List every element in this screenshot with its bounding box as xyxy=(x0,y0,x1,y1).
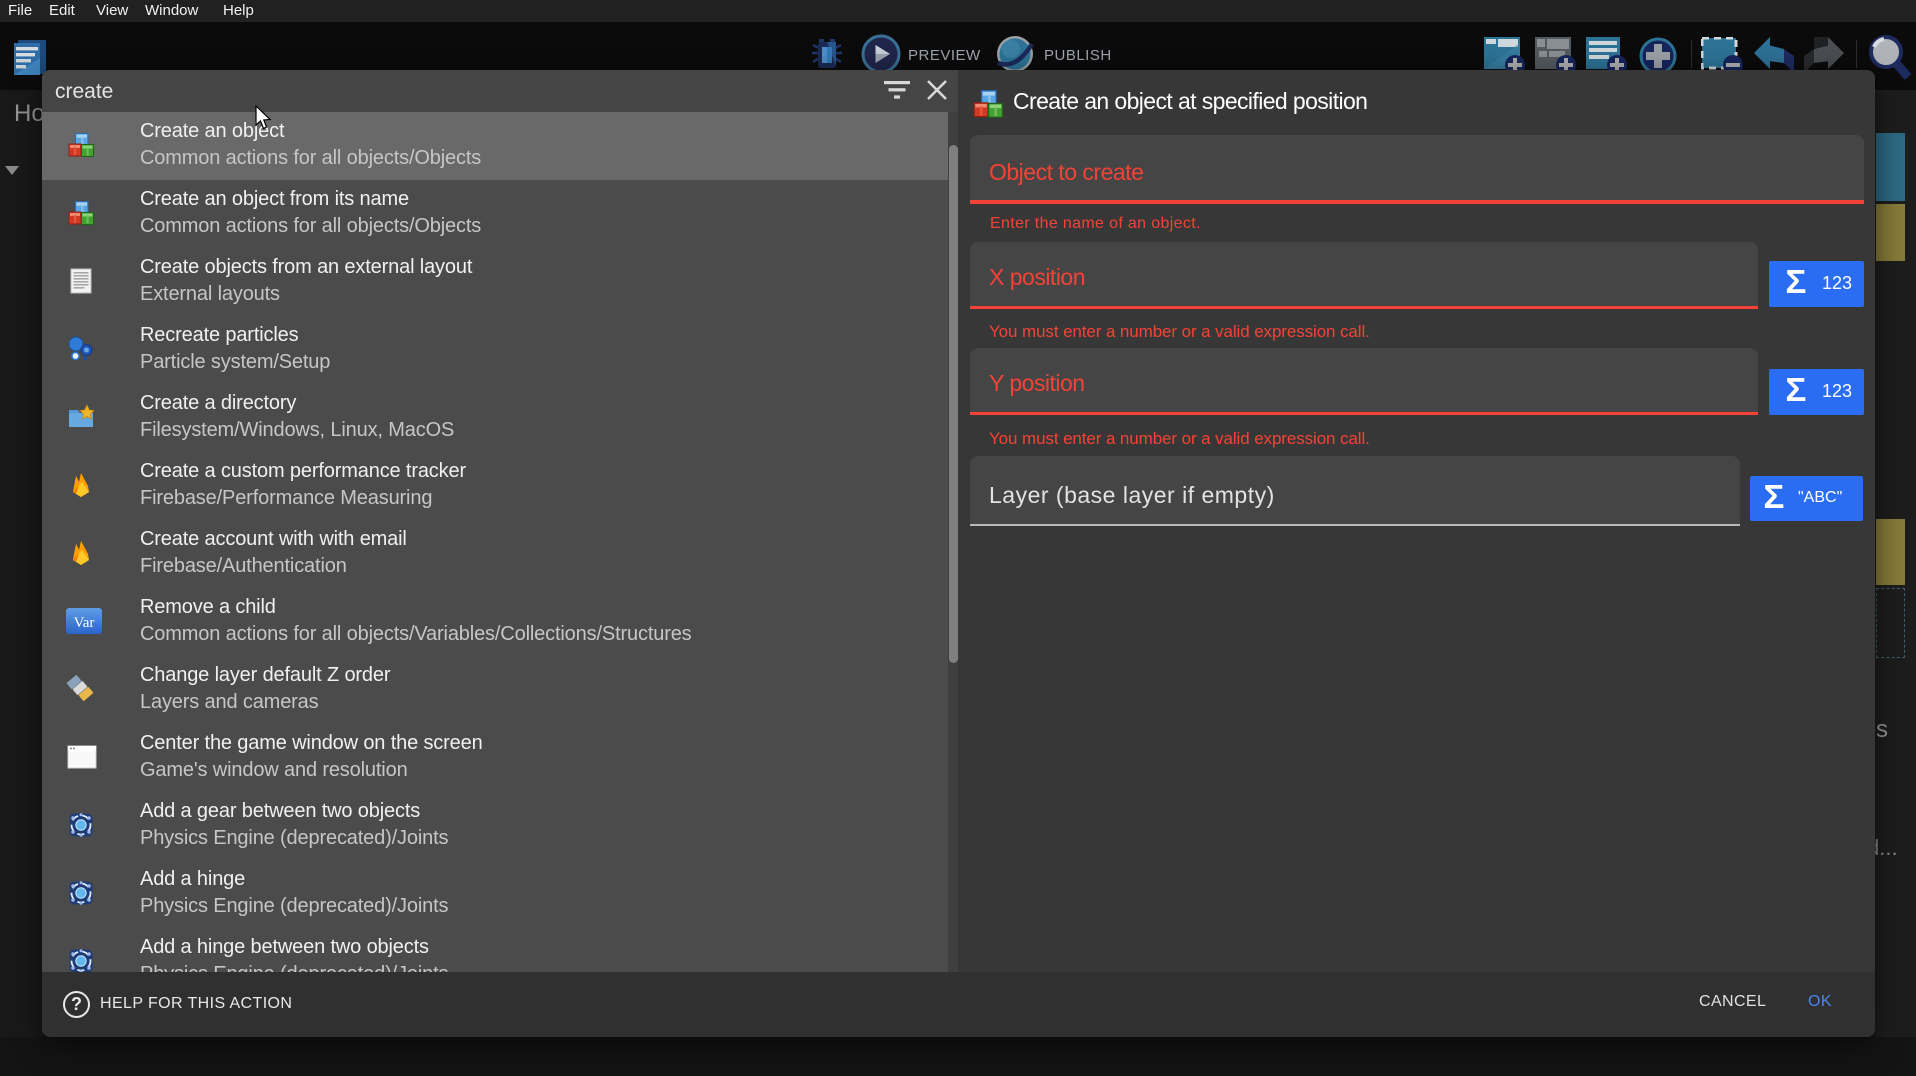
svg-text:Var: Var xyxy=(74,615,95,631)
